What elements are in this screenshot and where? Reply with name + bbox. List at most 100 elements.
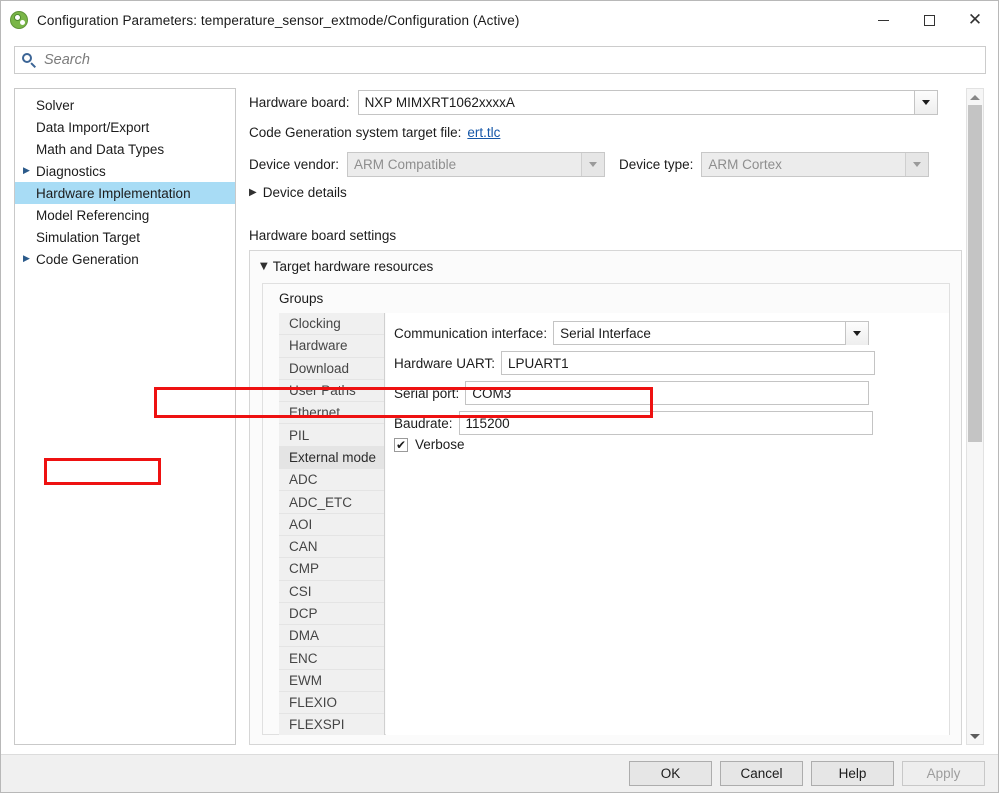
group-item-label: DMA: [289, 628, 319, 644]
body-area: ▶ Solver ▶ Data Import/Export ▶ Math and…: [1, 82, 998, 754]
communication-interface-label: Communication interface:: [394, 325, 548, 341]
baudrate-label: Baudrate:: [394, 415, 453, 431]
communication-interface-combobox[interactable]: Serial Interface: [553, 321, 870, 345]
device-details-label: Device details: [262, 185, 347, 200]
hardware-board-combobox[interactable]: NXP MIMXRT1062xxxxA: [357, 90, 938, 115]
help-button[interactable]: Help: [811, 761, 894, 786]
group-item-dcp[interactable]: DCP: [279, 603, 384, 626]
ert-tlc-link[interactable]: ert.tlc: [467, 125, 500, 140]
hardware-board-settings-panel: ▼ Target hardware resources Groups Clock…: [249, 250, 962, 745]
category-tree[interactable]: ▶ Solver ▶ Data Import/Export ▶ Math and…: [14, 88, 236, 745]
hardware-board-value: NXP MIMXRT1062xxxxA: [364, 95, 515, 110]
sidebar-item-label: Hardware Implementation: [36, 185, 191, 201]
device-details-toggle[interactable]: ▶ Device details: [249, 185, 347, 200]
minimize-icon[interactable]: [860, 1, 906, 39]
sidebar-item-hardware-implementation[interactable]: ▶ Hardware Implementation: [15, 182, 235, 204]
baudrate-row: Baudrate: 115200: [394, 411, 873, 435]
sidebar-item-label: Solver: [36, 97, 75, 113]
group-item-csi[interactable]: CSI: [279, 581, 384, 603]
target-hardware-resources-toggle[interactable]: ▼ Target hardware resources: [260, 259, 433, 274]
maximize-icon[interactable]: [906, 1, 952, 39]
sidebar-item-model-referencing[interactable]: ▶ Model Referencing: [15, 204, 235, 226]
chevron-down-icon: [581, 153, 605, 176]
sidebar-item-data-import-export[interactable]: ▶ Data Import/Export: [15, 116, 235, 138]
device-type-combobox[interactable]: ARM Cortex: [701, 152, 930, 177]
communication-interface-value: Serial Interface: [560, 325, 651, 341]
serial-port-value: COM3: [472, 385, 512, 401]
group-item-external-mode[interactable]: External mode: [279, 446, 384, 470]
baudrate-value: 115200: [465, 415, 510, 431]
sidebar-item-code-generation[interactable]: ▶ Code Generation: [15, 248, 235, 270]
chevron-right-icon: ▶: [249, 187, 257, 198]
group-item-label: User Paths: [289, 383, 356, 399]
group-item-dma[interactable]: DMA: [279, 625, 384, 648]
group-item-label: CMP: [289, 561, 319, 577]
target-hardware-resources-label: Target hardware resources: [272, 259, 434, 274]
communication-interface-row: Communication interface: Serial Interfac…: [394, 321, 870, 345]
group-item-label: Download: [289, 360, 350, 376]
scroll-down-button[interactable]: [967, 728, 983, 744]
sidebar-item-label: Model Referencing: [36, 207, 150, 223]
chevron-right-icon[interactable]: ▶: [23, 166, 36, 176]
verbose-label: Verbose: [415, 437, 465, 452]
group-item-pil[interactable]: PIL: [279, 424, 384, 447]
group-item-label: Ethernet: [289, 405, 341, 421]
ok-button[interactable]: OK: [629, 761, 712, 786]
group-item-ewm[interactable]: EWM: [279, 670, 384, 693]
hardware-uart-label: Hardware UART:: [394, 355, 496, 371]
sidebar-item-simulation-target[interactable]: ▶ Simulation Target: [15, 226, 235, 248]
sidebar-item-math-and-data-types[interactable]: ▶ Math and Data Types: [15, 138, 235, 160]
group-item-flexspi[interactable]: FLEXSPI: [279, 714, 384, 735]
group-item-flexio[interactable]: FLEXIO: [279, 692, 384, 715]
group-item-adc[interactable]: ADC: [279, 469, 384, 492]
group-item-label: ADC: [289, 472, 318, 488]
hardware-uart-input[interactable]: LPUART1: [501, 351, 876, 375]
search-bar: Search: [1, 39, 998, 82]
group-item-label: ADC_ETC: [289, 494, 353, 510]
sidebar-item-solver[interactable]: ▶ Solver: [15, 94, 235, 116]
device-vendor-combobox[interactable]: ARM Compatible: [347, 152, 606, 177]
group-item-adc-etc[interactable]: ADC_ETC: [279, 491, 384, 514]
code-generation-target-row: Code Generation system target file: ert.…: [249, 125, 500, 140]
chevron-down-icon[interactable]: [845, 321, 869, 345]
dialog-footer: OK Cancel Help Apply: [1, 754, 998, 792]
scrollbar-thumb[interactable]: [968, 105, 982, 442]
window-title: Configuration Parameters: temperature_se…: [37, 12, 520, 28]
sidebar-item-label: Math and Data Types: [36, 141, 165, 157]
configuration-parameters-window: Configuration Parameters: temperature_se…: [0, 0, 999, 793]
sidebar-item-label: Data Import/Export: [36, 119, 150, 135]
hardware-board-label: Hardware board:: [249, 95, 350, 110]
external-mode-settings: Communication interface: Serial Interfac…: [386, 313, 949, 735]
close-icon[interactable]: ✕: [952, 1, 998, 39]
group-item-label: CSI: [289, 583, 312, 599]
group-item-download[interactable]: Download: [279, 358, 384, 380]
group-item-hardware[interactable]: Hardware: [279, 335, 384, 358]
search-input[interactable]: Search: [14, 46, 986, 74]
scroll-up-button[interactable]: [967, 89, 983, 105]
group-item-cmp[interactable]: CMP: [279, 558, 384, 581]
groups-list[interactable]: Clocking Hardware Download User Paths Et…: [279, 313, 385, 735]
verbose-checkbox-row[interactable]: ✔ Verbose: [394, 437, 465, 452]
group-item-enc[interactable]: ENC: [279, 647, 384, 670]
serial-port-input[interactable]: COM3: [465, 381, 870, 405]
title-bar: Configuration Parameters: temperature_se…: [1, 1, 998, 39]
group-item-label: FLEXSPI: [289, 717, 345, 733]
hardware-uart-row: Hardware UART: LPUART1: [394, 351, 876, 375]
hardware-board-settings-title: Hardware board settings: [249, 228, 397, 243]
verbose-checkbox[interactable]: ✔: [394, 437, 408, 452]
group-item-can[interactable]: CAN: [279, 536, 384, 559]
group-item-aoi[interactable]: AOI: [279, 514, 384, 536]
group-item-ethernet[interactable]: Ethernet: [279, 402, 384, 425]
chevron-down-icon[interactable]: [913, 91, 937, 114]
baudrate-input[interactable]: 115200: [458, 411, 873, 435]
group-item-user-paths[interactable]: User Paths: [279, 380, 384, 403]
group-item-clocking[interactable]: Clocking: [279, 313, 384, 336]
group-item-label: AOI: [289, 516, 313, 532]
serial-port-label: Serial port:: [394, 385, 460, 401]
chevron-right-icon[interactable]: ▶: [23, 254, 36, 264]
sidebar-item-diagnostics[interactable]: ▶ Diagnostics: [15, 160, 235, 182]
cancel-button[interactable]: Cancel: [720, 761, 803, 786]
search-icon: [22, 52, 37, 68]
hardware-uart-value: LPUART1: [508, 355, 569, 371]
vertical-scrollbar[interactable]: [966, 88, 984, 745]
